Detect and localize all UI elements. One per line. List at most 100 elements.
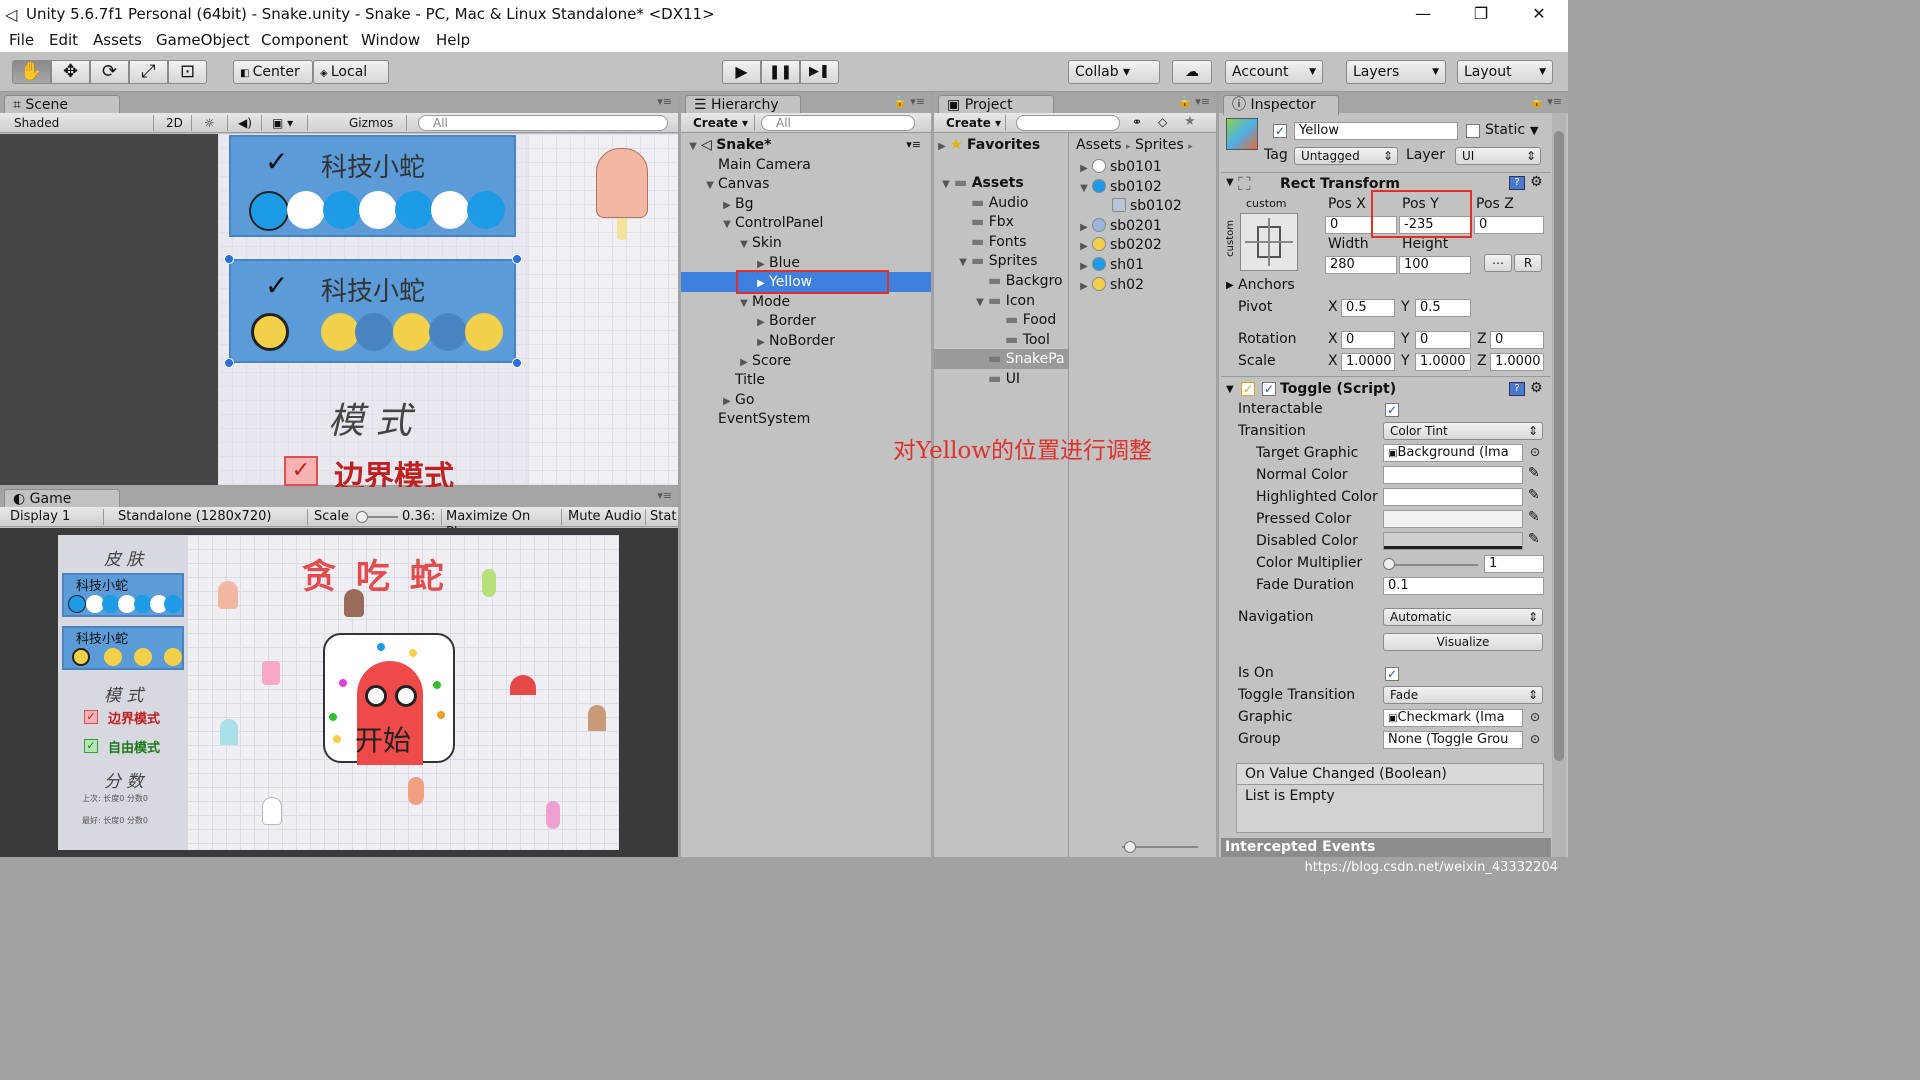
menu-assets[interactable]: Assets: [93, 31, 142, 49]
highlighted-color-swatch[interactable]: [1383, 488, 1523, 506]
eyedropper-icon[interactable]: ✎: [1528, 465, 1540, 481]
start-button[interactable]: 开始: [323, 633, 455, 765]
stats-toggle[interactable]: Stat: [646, 509, 678, 525]
panel-menu-icon[interactable]: ▾≡: [1195, 95, 1210, 108]
group-field[interactable]: None (Toggle Grou: [1383, 731, 1523, 749]
collapse-arrow-icon[interactable]: ▼: [1226, 177, 1234, 188]
chevron-down-icon[interactable]: ▼: [1530, 124, 1538, 137]
menu-component[interactable]: Component: [261, 31, 348, 49]
project-folder-assets[interactable]: ▼ ▬ Assets: [938, 173, 1072, 193]
collab-dropdown[interactable]: Collab ▾: [1068, 60, 1160, 84]
scene-canvas-right[interactable]: [528, 134, 678, 485]
hierarchy-item-snake[interactable]: ▼ ◁ Snake* ▾≡: [685, 135, 931, 155]
fade-duration-field[interactable]: 0.1: [1383, 577, 1544, 595]
project-file-sb0102[interactable]: ▼ sb0102: [1076, 177, 1162, 197]
breadcrumb-assets[interactable]: Assets: [1076, 137, 1122, 153]
gear-icon[interactable]: ⚙: [1530, 174, 1543, 190]
scale-y-field[interactable]: 1.0000: [1415, 353, 1471, 371]
resolution-dropdown[interactable]: Standalone (1280x720): [114, 509, 308, 525]
border-mode-checkbox[interactable]: ✓: [284, 456, 318, 486]
width-field[interactable]: 280: [1325, 256, 1397, 274]
toggle-transition-dropdown[interactable]: Fade ⇕: [1383, 686, 1543, 704]
blueprint-mode-button[interactable]: ⋯: [1484, 254, 1512, 272]
rect-handle[interactable]: [224, 254, 234, 264]
menu-help[interactable]: Help: [436, 31, 470, 49]
panel-menu-icon[interactable]: ▾≡: [657, 489, 672, 502]
filter-type-icon[interactable]: ⚭: [1132, 115, 1142, 129]
pivot-x-field[interactable]: 0.5: [1341, 299, 1395, 317]
hierarchy-item-eventsystem[interactable]: EventSystem: [685, 409, 931, 429]
mute-audio-toggle[interactable]: Mute Audio: [564, 509, 646, 525]
menu-file[interactable]: File: [9, 31, 34, 49]
scale-x-field[interactable]: 1.0000: [1341, 353, 1395, 371]
scene-canvas[interactable]: ✓ 科技小蛇 ✓ 科技小蛇 模 式 ✓ 边界模式: [218, 134, 528, 495]
hierarchy-item-canvas[interactable]: ▼ Canvas: [685, 174, 931, 194]
game-border-mode-checkbox[interactable]: ✓: [84, 710, 98, 724]
maximize-on-play-toggle[interactable]: Maximize On Play: [442, 509, 562, 540]
scene-blue-skin-card[interactable]: ✓ 科技小蛇: [229, 135, 516, 237]
hand-tool-button[interactable]: ✋: [12, 60, 51, 84]
object-picker-icon[interactable]: ⊙: [1530, 710, 1540, 724]
rotation-y-field[interactable]: 0: [1415, 331, 1471, 349]
layers-dropdown[interactable]: Layers ▼: [1346, 60, 1446, 84]
pivot-center-button[interactable]: ◧ Center: [233, 60, 313, 84]
project-folder-sprites[interactable]: ▼ ▬ Sprites: [938, 251, 1072, 271]
disabled-color-swatch[interactable]: [1383, 532, 1523, 550]
lighting-icon[interactable]: ☼: [200, 115, 228, 131]
rect-tool-button[interactable]: ⊡: [168, 60, 207, 84]
expand-arrow-icon[interactable]: ▶: [1076, 277, 1092, 297]
move-tool-button[interactable]: ✥: [51, 60, 90, 84]
pos-z-field[interactable]: 0: [1474, 216, 1544, 234]
icon-size-handle[interactable]: [1124, 841, 1136, 853]
toggle-script-header[interactable]: Toggle (Script): [1280, 381, 1396, 397]
project-folder-snakepa[interactable]: ▬ SnakePa: [934, 349, 1068, 370]
scrollbar-thumb[interactable]: [1554, 131, 1564, 761]
hierarchy-item-mode[interactable]: ▼ Mode: [685, 292, 931, 312]
rect-handle[interactable]: [512, 358, 522, 368]
play-button[interactable]: ▶: [722, 60, 761, 84]
project-file-sb0201[interactable]: ▶ sb0201: [1076, 216, 1162, 236]
help-book-icon[interactable]: ?: [1509, 382, 1525, 396]
is-on-checkbox[interactable]: ✓: [1385, 667, 1399, 681]
scene-viewport-dark[interactable]: [0, 134, 218, 485]
toggle-enabled-checkbox[interactable]: ✓: [1262, 382, 1276, 396]
breadcrumb-sprites[interactable]: Sprites: [1135, 137, 1184, 153]
object-picker-icon[interactable]: ⊙: [1530, 445, 1540, 459]
project-folder-fonts[interactable]: ▬ Fonts: [938, 232, 1072, 252]
project-file-sh02[interactable]: ▶ sh02: [1076, 275, 1144, 295]
pressed-color-swatch[interactable]: [1383, 510, 1523, 528]
static-checkbox[interactable]: [1466, 124, 1480, 138]
project-folder-backgro[interactable]: ▬ Backgro: [938, 271, 1072, 291]
lock-icon[interactable]: 🔒: [893, 95, 907, 108]
rotation-x-field[interactable]: 0: [1341, 331, 1395, 349]
game-render[interactable]: 皮 肤 科技小蛇 科技小蛇 模 式 ✓ 边界模式 ✓ 自由模式 分 数 上次: …: [58, 535, 619, 850]
project-file-sb0102[interactable]: sb0102: [1096, 196, 1182, 216]
audio-icon[interactable]: ◀): [234, 115, 262, 131]
menu-edit[interactable]: Edit: [49, 31, 78, 49]
scene-search-input[interactable]: All: [418, 115, 668, 131]
pivot-y-field[interactable]: 0.5: [1415, 299, 1471, 317]
scale-tool-button[interactable]: ⤢: [129, 60, 168, 84]
hierarchy-item-bg[interactable]: ▶ Bg: [685, 194, 931, 214]
eyedropper-icon[interactable]: ✎: [1528, 509, 1540, 525]
hierarchy-item-noborder[interactable]: ▶ NoBorder: [685, 331, 931, 351]
project-folder-audio[interactable]: ▬ Audio: [938, 193, 1072, 213]
menu-window[interactable]: Window: [361, 31, 420, 49]
anchors-label[interactable]: Anchors: [1238, 277, 1295, 293]
active-checkbox[interactable]: ✓: [1273, 124, 1287, 138]
project-folder-icon[interactable]: ▼ ▬ Icon: [938, 291, 1072, 311]
eyedropper-icon[interactable]: ✎: [1528, 487, 1540, 503]
scene-yellow-skin-card[interactable]: ✓ 科技小蛇: [224, 254, 522, 368]
rect-handle[interactable]: [224, 358, 234, 368]
step-button[interactable]: ▶❚: [800, 60, 839, 84]
collapse-arrow-icon[interactable]: ▼: [1076, 179, 1092, 199]
panel-menu-icon[interactable]: ▾≡: [1547, 95, 1562, 108]
scale-handle[interactable]: [356, 511, 368, 523]
favorites-item[interactable]: ▶ ★ Favorites: [934, 135, 1040, 155]
rect-handle[interactable]: [512, 254, 522, 264]
expand-arrow-icon[interactable]: ▶: [1226, 280, 1234, 291]
game-free-mode-checkbox[interactable]: ✓: [84, 739, 98, 753]
anchor-presets-button[interactable]: [1240, 213, 1298, 271]
tab-project[interactable]: ▣ Project: [938, 95, 1054, 115]
project-folder-ui[interactable]: ▬ UI: [938, 369, 1072, 389]
